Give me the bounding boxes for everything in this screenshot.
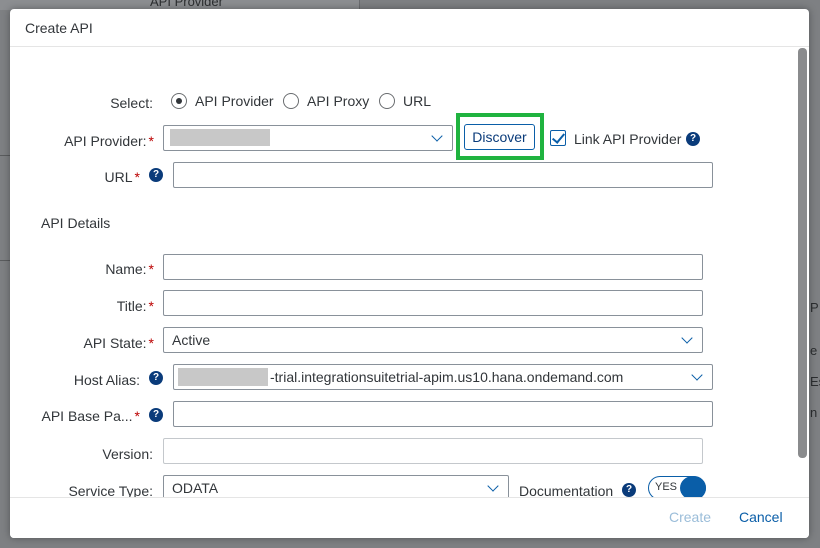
version-label: Version: (102, 446, 153, 462)
dialog-header: Create API (10, 9, 809, 47)
api-state-label: API State: * (83, 335, 155, 351)
radio-api-proxy-label: API Proxy (307, 93, 370, 109)
dialog-title: Create API (25, 19, 93, 36)
api-base-path-label: API Base Pa... * (41, 408, 140, 424)
help-icon[interactable]: ? (149, 168, 163, 182)
background-text: n (810, 405, 818, 420)
link-api-provider-checkbox[interactable] (550, 130, 566, 146)
toggle-yes-label: YES (655, 481, 678, 493)
radio-api-provider-circle[interactable] (171, 93, 187, 109)
version-input[interactable] (163, 438, 703, 464)
title-label: Title: * (116, 298, 154, 314)
background-text: Es (810, 374, 820, 389)
help-icon[interactable]: ? (149, 408, 163, 422)
create-button[interactable]: Create (669, 509, 711, 525)
radio-url[interactable]: URL (379, 93, 431, 109)
dialog-scrollbar-thumb[interactable] (798, 48, 807, 458)
background-text: API Provider (150, 0, 223, 9)
name-input[interactable] (163, 254, 703, 280)
cancel-button[interactable]: Cancel (739, 509, 783, 525)
help-icon[interactable]: ? (686, 132, 700, 146)
api-details-section-title: API Details (41, 215, 111, 231)
select-label: Select: (110, 95, 153, 111)
chevron-down-icon[interactable] (692, 371, 702, 381)
dialog-footer: Create Cancel (10, 497, 809, 538)
help-icon[interactable]: ? (149, 371, 163, 385)
redacted-provider-name (170, 129, 270, 146)
api-base-path-input[interactable] (173, 401, 713, 427)
url-label: URL * (104, 169, 140, 185)
background-divider (0, 155, 10, 156)
radio-url-label: URL (403, 93, 432, 109)
radio-api-proxy-circle[interactable] (283, 93, 299, 109)
chevron-down-icon[interactable] (682, 334, 692, 344)
background-text: e (810, 343, 818, 358)
background-text: P (810, 300, 819, 315)
redacted-host-prefix (178, 368, 268, 386)
help-icon[interactable]: ? (622, 483, 636, 497)
host-alias-label: Host Alias: (73, 372, 140, 388)
chevron-down-icon[interactable] (488, 482, 498, 492)
api-state-select[interactable]: Active (163, 327, 703, 353)
radio-url-circle[interactable] (379, 93, 395, 109)
radio-api-proxy[interactable]: API Proxy (283, 93, 369, 109)
create-api-dialog: Create API Select: API Provider API Prox… (10, 9, 809, 538)
discover-button[interactable]: Discover (464, 124, 535, 150)
api-provider-label: API Provider: * (64, 133, 154, 149)
background-divider (0, 260, 10, 261)
radio-api-provider-label: API Provider (195, 93, 274, 109)
name-label: Name: * (105, 261, 154, 277)
chevron-down-icon[interactable] (432, 132, 442, 142)
title-input[interactable] (163, 290, 703, 316)
link-api-provider-label: Link API Provider (574, 131, 682, 147)
radio-api-provider[interactable]: API Provider (171, 93, 274, 109)
url-input[interactable] (173, 162, 713, 188)
